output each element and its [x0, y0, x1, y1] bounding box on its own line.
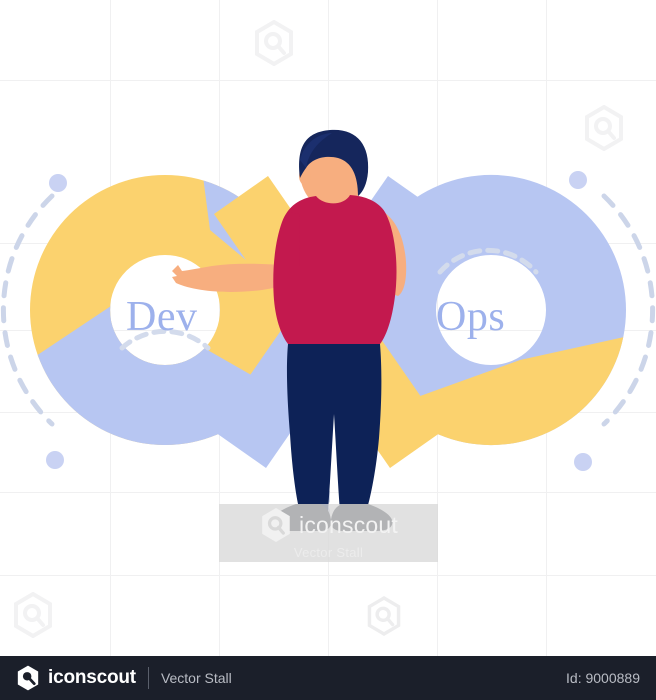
decor-dot	[49, 174, 67, 192]
watermark-band	[219, 504, 438, 562]
footer-author-label[interactable]: Vector Stall	[161, 670, 232, 686]
loop-label-ops: Ops	[436, 294, 506, 340]
illustration-canvas: Dev Ops iconscout Vector Stall	[0, 0, 656, 656]
character-waistband	[288, 344, 380, 354]
character-pants	[286, 344, 382, 512]
iconscout-logo-icon	[17, 665, 39, 691]
footer-asset-id: Id: 9000889	[566, 670, 640, 686]
decor-dot	[574, 453, 592, 471]
loop-label-dev: Dev	[126, 294, 198, 340]
screenshot-root: Dev Ops iconscout Vector Stall iconscout…	[0, 0, 656, 700]
footer-divider	[147, 667, 149, 689]
decor-dot	[569, 171, 587, 189]
footer-brand-label: iconscout	[48, 667, 136, 688]
decor-dot	[46, 451, 64, 469]
footer-bar: iconscout Vector Stall Id: 9000889	[0, 656, 656, 700]
footer-brand-group[interactable]: iconscout	[16, 665, 136, 691]
